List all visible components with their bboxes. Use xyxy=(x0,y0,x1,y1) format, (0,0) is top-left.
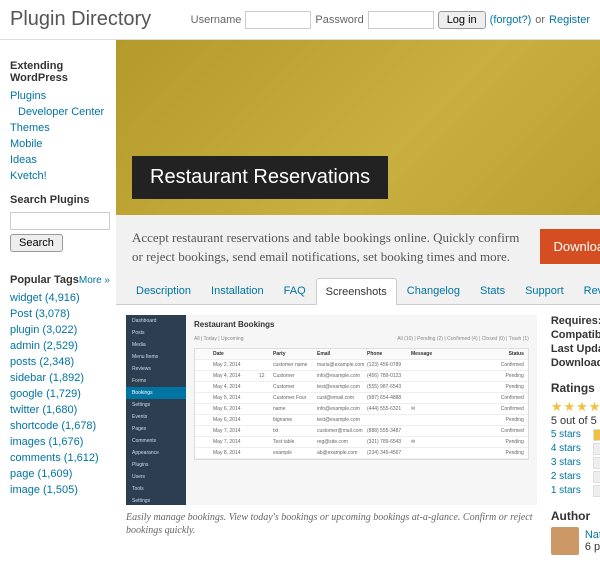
tab-description[interactable]: Description xyxy=(126,277,201,304)
tab-changelog[interactable]: Changelog xyxy=(397,277,470,304)
author-heading: Author xyxy=(551,509,600,523)
password-label: Password xyxy=(315,14,363,26)
tag-twitter[interactable]: twitter (1,680) xyxy=(10,404,77,416)
forgot-link[interactable]: (forgot?) xyxy=(490,14,532,26)
author-plugin-count: 6 plugins xyxy=(585,541,600,553)
tag-plugin[interactable]: plugin (3,022) xyxy=(10,324,77,336)
author-avatar xyxy=(551,527,579,555)
tag-Post[interactable]: Post (3,078) xyxy=(10,308,70,320)
tag-posts[interactable]: posts (2,348) xyxy=(10,356,74,368)
page-header: Plugin Directory Username Password Log i… xyxy=(0,0,600,40)
password-input[interactable] xyxy=(368,11,434,29)
ratings-heading: Ratings xyxy=(551,381,600,395)
plugin-summary: Accept restaurant reservations and table… xyxy=(132,229,526,267)
plugin-name: Restaurant Reservations xyxy=(132,156,388,199)
nav-list: Plugins Developer Center Themes Mobile Ideas… xyxy=(10,88,110,184)
download-button[interactable]: Download Version 1.2.3 xyxy=(540,229,600,264)
username-input[interactable] xyxy=(245,11,311,29)
nav-ideas[interactable]: Ideas xyxy=(10,154,37,166)
page-title: Plugin Directory xyxy=(10,8,191,31)
nav-mobile[interactable]: Mobile xyxy=(10,138,42,150)
login-bar: Username Password Log in (forgot?) or Re… xyxy=(191,11,590,29)
nav-developer-center[interactable]: Developer Center xyxy=(18,106,104,118)
rating-filter[interactable]: 1 stars xyxy=(551,485,587,496)
popular-tags-heading: Popular Tags xyxy=(10,274,79,286)
plugin-banner: Restaurant Reservations xyxy=(116,40,600,215)
username-label: Username xyxy=(191,14,242,26)
tab-reviews[interactable]: Reviews xyxy=(574,277,600,304)
plugin-meta: Requires: 3.8 or higher Compatible up to… xyxy=(551,315,600,555)
tag-list: widget (4,916) Post (3,078) plugin (3,022)… xyxy=(10,290,110,498)
rating-summary: 5 out of 5 stars xyxy=(551,415,600,427)
login-button[interactable]: Log in xyxy=(438,11,486,29)
search-button[interactable]: Search xyxy=(10,234,63,252)
nav-plugins[interactable]: Plugins xyxy=(10,90,46,102)
rating-filter[interactable]: 5 stars xyxy=(551,429,587,440)
tag-image[interactable]: image (1,505) xyxy=(10,484,78,496)
tab-stats[interactable]: Stats xyxy=(470,277,515,304)
tag-shortcode[interactable]: shortcode (1,678) xyxy=(10,420,96,432)
star-icons: ★★★★★ xyxy=(551,399,600,415)
tab-support[interactable]: Support xyxy=(515,277,574,304)
main-content: Restaurant Reservations Accept restauran… xyxy=(116,40,600,565)
plugin-tabs: DescriptionInstallationFAQScreenshotsCha… xyxy=(116,277,600,305)
author-link[interactable]: NateWr xyxy=(585,529,600,541)
screenshot-image: DashboardPostsMediaMenu ItemsReviewsForm… xyxy=(126,315,537,505)
tab-installation[interactable]: Installation xyxy=(201,277,274,304)
search-input[interactable] xyxy=(10,212,110,230)
tag-comments[interactable]: comments (1,612) xyxy=(10,452,99,464)
screenshot-caption: Easily manage bookings. View today's boo… xyxy=(126,511,537,537)
tag-images[interactable]: images (1,676) xyxy=(10,436,83,448)
tag-admin[interactable]: admin (2,529) xyxy=(10,340,78,352)
nav-themes[interactable]: Themes xyxy=(10,122,50,134)
nav-kvetch-[interactable]: Kvetch! xyxy=(10,170,47,182)
tag-sidebar[interactable]: sidebar (1,892) xyxy=(10,372,84,384)
wheat-icon xyxy=(521,40,600,215)
tag-widget[interactable]: widget (4,916) xyxy=(10,292,80,304)
rating-filter[interactable]: 2 stars xyxy=(551,471,587,482)
search-heading: Search Plugins xyxy=(10,194,110,206)
register-link[interactable]: Register xyxy=(549,14,590,26)
sidebar: Extending WordPress Plugins Developer Cen… xyxy=(0,40,116,565)
extend-heading: Extending WordPress xyxy=(10,60,110,84)
tag-google[interactable]: google (1,729) xyxy=(10,388,81,400)
tab-faq[interactable]: FAQ xyxy=(274,277,316,304)
tab-screenshots[interactable]: Screenshots xyxy=(316,278,397,305)
rating-filter[interactable]: 3 stars xyxy=(551,457,587,468)
more-tags-link[interactable]: More » xyxy=(79,275,110,286)
tag-page[interactable]: page (1,609) xyxy=(10,468,72,480)
rating-filter[interactable]: 4 stars xyxy=(551,443,587,454)
